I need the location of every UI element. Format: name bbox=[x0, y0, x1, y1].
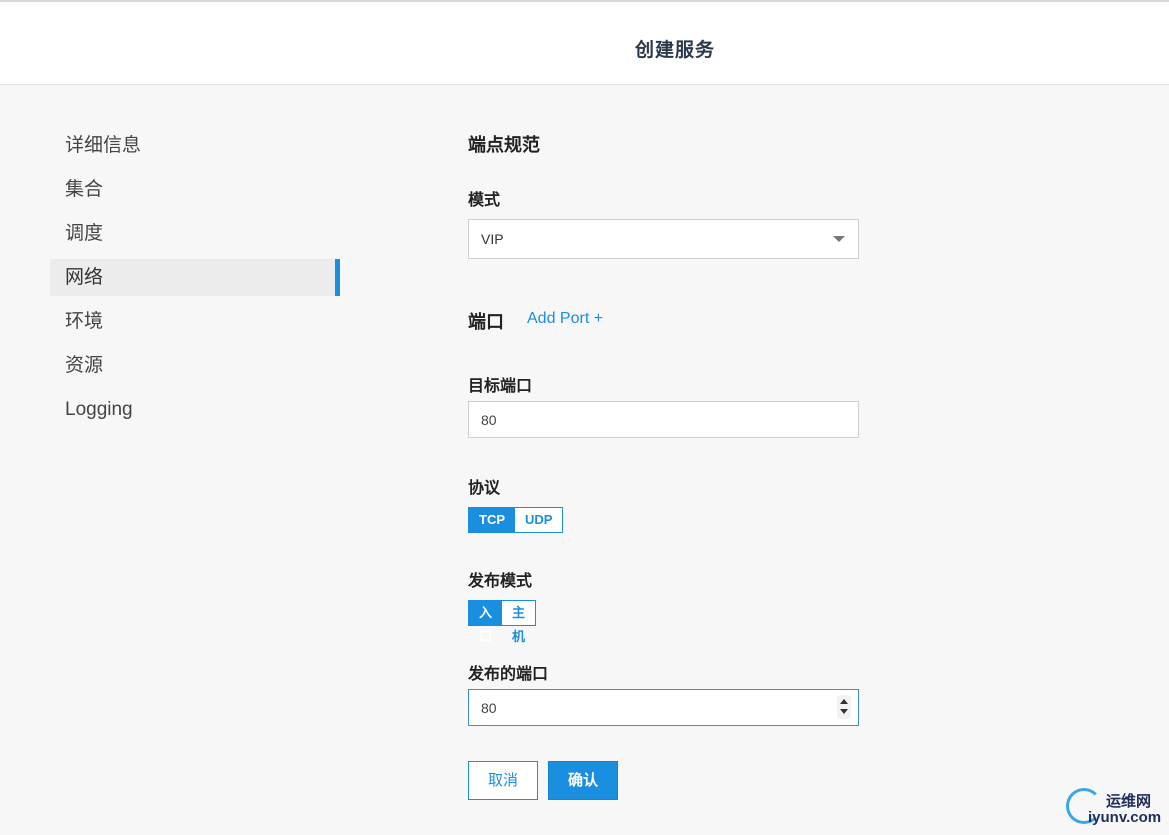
sidebar-item-resources[interactable]: 资源 bbox=[50, 347, 340, 384]
published-port-field bbox=[468, 689, 859, 726]
target-port-label: 目标端口 bbox=[468, 378, 533, 395]
mode-select[interactable]: VIP bbox=[468, 219, 859, 259]
sidebar-item-network[interactable]: 网络 bbox=[50, 259, 340, 296]
mode-select-value: VIP bbox=[481, 231, 504, 247]
sidebar-item-details[interactable]: 详细信息 bbox=[50, 127, 340, 164]
endpoint-section-title: 端点规范 bbox=[468, 135, 540, 155]
sidebar-item-scheduling[interactable]: 调度 bbox=[50, 215, 340, 252]
site-watermark: 运维网 iyunv.com bbox=[1066, 786, 1166, 831]
page-title: 创建服务 bbox=[634, 40, 715, 61]
publish-mode-label: 发布模式 bbox=[468, 573, 533, 590]
number-stepper[interactable] bbox=[837, 695, 851, 719]
sidebar-nav: 详细信息 集合 调度 网络 环境 资源 Logging bbox=[50, 127, 340, 435]
add-port-link[interactable]: Add Port + bbox=[527, 310, 603, 328]
target-port-input[interactable] bbox=[468, 401, 859, 438]
ports-section-title: 端口 bbox=[468, 312, 504, 332]
publish-mode-toggle: 入口 主机 bbox=[468, 600, 537, 644]
protocol-option-udp[interactable]: UDP bbox=[515, 508, 562, 532]
protocol-toggle: TCP UDP bbox=[468, 507, 564, 533]
chevron-down-icon bbox=[833, 236, 845, 242]
stepper-down-icon[interactable] bbox=[840, 709, 848, 714]
watermark-line1: 运维网 bbox=[1106, 793, 1152, 810]
cancel-button[interactable]: 取消 bbox=[468, 761, 538, 800]
mode-label: 模式 bbox=[468, 192, 501, 209]
confirm-button[interactable]: 确认 bbox=[548, 761, 618, 800]
protocol-option-tcp[interactable]: TCP bbox=[469, 508, 515, 532]
publish-mode-option-ingress[interactable]: 入口 bbox=[469, 601, 503, 644]
published-port-label: 发布的端口 bbox=[468, 666, 549, 683]
sidebar-item-collection[interactable]: 集合 bbox=[50, 171, 340, 208]
watermark-line2: iyunv.com bbox=[1088, 809, 1162, 826]
publish-mode-option-host[interactable]: 主机 bbox=[502, 601, 535, 644]
sidebar-item-environment[interactable]: 环境 bbox=[50, 303, 340, 340]
published-port-input[interactable] bbox=[468, 689, 859, 726]
stepper-up-icon[interactable] bbox=[840, 699, 848, 704]
sidebar-item-logging[interactable]: Logging bbox=[50, 391, 340, 428]
protocol-label: 协议 bbox=[468, 480, 501, 497]
header-bar: 创建服务 bbox=[0, 0, 1169, 85]
